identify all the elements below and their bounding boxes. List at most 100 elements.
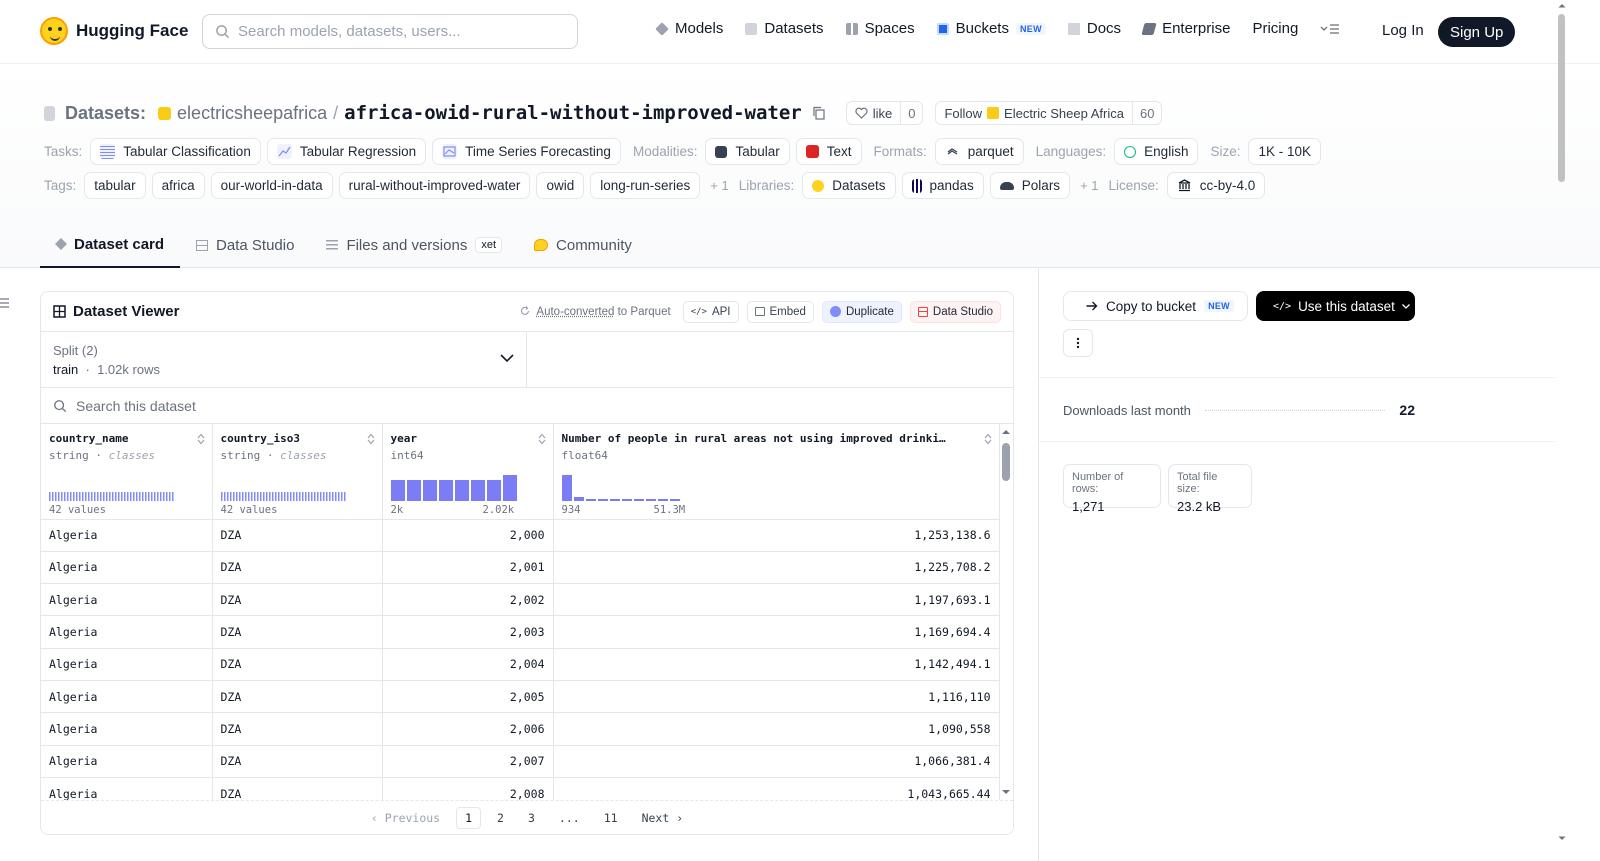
table-cell[interactable]: 2,003 <box>382 615 554 649</box>
embed-button[interactable]: Embed <box>746 300 814 323</box>
table-cell[interactable]: DZA <box>212 519 383 552</box>
nav-enterprise[interactable]: Enterprise <box>1141 20 1230 37</box>
histogram-bar[interactable] <box>422 479 437 501</box>
previous-page-button[interactable]: ‹ Previous <box>363 808 448 828</box>
page-button[interactable]: 11 <box>596 808 626 828</box>
table-cell[interactable]: 1,169,694.4 <box>553 615 1000 649</box>
global-search-input[interactable] <box>238 23 558 40</box>
tag-item[interactable]: owid <box>536 172 585 199</box>
column-header-rural-no-improved-water[interactable]: Number of people in rural areas not usin… <box>553 424 1000 520</box>
histogram-bar[interactable] <box>561 474 572 501</box>
scroll-down-arrow-icon[interactable] <box>1001 789 1011 795</box>
like-button[interactable]: like 0 <box>845 101 924 125</box>
tag-item[interactable]: rural-without-improved-water <box>338 172 531 199</box>
histogram-bar[interactable] <box>406 479 421 501</box>
table-cell[interactable]: 1,225,708.2 <box>553 551 1000 585</box>
use-this-dataset-button[interactable]: </> Use this dataset <box>1256 291 1415 321</box>
nav-pricing[interactable]: Pricing <box>1252 20 1298 37</box>
table-cell[interactable]: Algeria <box>41 745 213 778</box>
value-histogram[interactable] <box>561 471 680 501</box>
library-tag-datasets[interactable]: Datasets <box>802 172 896 199</box>
histogram-bar[interactable] <box>454 479 469 501</box>
table-row[interactable]: Algeria DZA 2,006 1,090,558 <box>41 712 1000 746</box>
table-cell[interactable]: 2,006 <box>382 712 554 746</box>
histogram-bar[interactable] <box>597 499 608 501</box>
next-page-button[interactable]: Next › <box>634 808 692 828</box>
histogram-bar[interactable] <box>438 479 453 501</box>
table-cell[interactable]: Algeria <box>41 551 213 585</box>
login-link[interactable]: Log In <box>1382 22 1424 39</box>
class-distribution-bar[interactable] <box>220 491 347 501</box>
sort-icon[interactable] <box>367 433 375 445</box>
table-cell[interactable]: 2,002 <box>382 583 554 617</box>
task-tag-time-series[interactable]: Time Series Forecasting <box>432 138 621 165</box>
table-row[interactable]: Algeria DZA 2,002 1,197,693.1 <box>41 583 1000 617</box>
org-link[interactable]: electricsheepafrica <box>177 103 327 124</box>
histogram-bar[interactable] <box>486 479 501 501</box>
column-header-year[interactable]: year int64 2k 2.02k <box>382 424 554 520</box>
table-cell[interactable]: Algeria <box>41 615 213 649</box>
table-cell[interactable]: DZA <box>212 680 383 714</box>
table-row[interactable]: Algeria DZA 2,003 1,169,694.4 <box>41 615 1000 649</box>
library-tag-pandas[interactable]: pandas <box>901 172 984 199</box>
table-cell[interactable]: Algeria <box>41 712 213 746</box>
library-tag-polars[interactable]: Polars <box>989 172 1071 199</box>
table-cell[interactable]: 2,001 <box>382 551 554 585</box>
histogram-bar[interactable] <box>573 497 584 501</box>
format-tag-parquet[interactable]: parquet <box>934 138 1024 165</box>
page-scroll-thumb[interactable] <box>1558 14 1565 182</box>
year-histogram[interactable] <box>390 471 517 501</box>
nav-datasets[interactable]: Datasets <box>745 20 824 37</box>
libraries-more[interactable]: + 1 <box>1080 178 1098 193</box>
sort-icon[interactable] <box>538 433 546 445</box>
histogram-bar[interactable] <box>657 499 668 501</box>
column-header-country-name[interactable]: country_name string · classes 42 values <box>41 424 213 520</box>
histogram-bar[interactable] <box>669 499 680 501</box>
histogram-bar[interactable] <box>502 474 517 501</box>
class-distribution-bar[interactable] <box>49 491 175 501</box>
scroll-up-arrow-icon[interactable] <box>1558 3 1566 8</box>
histogram-bar[interactable] <box>633 499 644 501</box>
table-row[interactable]: Algeria DZA 2,004 1,142,494.1 <box>41 648 1000 681</box>
table-cell[interactable]: Algeria <box>41 583 213 617</box>
page-button[interactable]: 3 <box>520 808 543 828</box>
tab-dataset-card[interactable]: Dataset card <box>40 222 181 268</box>
data-studio-button[interactable]: Data Studio <box>909 300 1001 323</box>
table-cell[interactable]: Algeria <box>41 680 213 714</box>
histogram-bar[interactable] <box>645 499 656 501</box>
global-search[interactable] <box>202 14 578 49</box>
tab-data-studio[interactable]: Data Studio <box>180 222 310 268</box>
histogram-bar[interactable] <box>621 499 632 501</box>
task-tag-tabular-classification[interactable]: Tabular Classification <box>90 138 261 165</box>
table-cell[interactable]: 1,142,494.1 <box>553 648 1000 681</box>
table-cell[interactable]: DZA <box>212 615 383 649</box>
histogram-bar[interactable] <box>390 479 405 501</box>
tab-community[interactable]: Community <box>518 222 648 268</box>
table-scrollbar[interactable] <box>999 425 1013 795</box>
table-cell[interactable]: 1,116,110 <box>553 680 1000 714</box>
table-cell[interactable]: DZA <box>212 551 383 585</box>
table-cell[interactable]: 2,000 <box>382 519 554 552</box>
task-tag-tabular-regression[interactable]: Tabular Regression <box>266 138 427 165</box>
table-cell[interactable]: DZA <box>212 648 383 681</box>
tag-item[interactable]: long-run-series <box>590 172 701 199</box>
table-cell[interactable]: Algeria <box>41 519 213 552</box>
nav-docs[interactable]: Docs <box>1067 20 1121 37</box>
table-cell[interactable]: 1,253,138.6 <box>553 519 1000 552</box>
nav-more-menu[interactable] <box>1320 22 1340 36</box>
copy-icon[interactable] <box>812 106 826 120</box>
nav-buckets[interactable]: Buckets NEW <box>936 20 1046 37</box>
dataset-search[interactable] <box>41 388 1013 424</box>
sort-icon[interactable] <box>984 433 992 445</box>
tab-files-and-versions[interactable]: Files and versions xet <box>310 222 518 268</box>
table-cell[interactable]: 2,004 <box>382 648 554 681</box>
brand-logo[interactable]: Hugging Face <box>40 17 188 45</box>
size-tag[interactable]: 1K - 10K <box>1248 138 1321 165</box>
follow-button[interactable]: Follow Electric Sheep Africa 60 <box>935 101 1163 125</box>
more-options-button[interactable] <box>1063 329 1093 357</box>
table-cell[interactable]: 1,090,558 <box>553 712 1000 746</box>
table-cell[interactable]: Algeria <box>41 648 213 681</box>
scroll-down-arrow-icon[interactable] <box>1558 836 1566 841</box>
column-header-country-iso3[interactable]: country_iso3 string · classes 42 values <box>212 424 383 520</box>
table-row[interactable]: Algeria DZA 2,000 1,253,138.6 <box>41 519 1000 552</box>
